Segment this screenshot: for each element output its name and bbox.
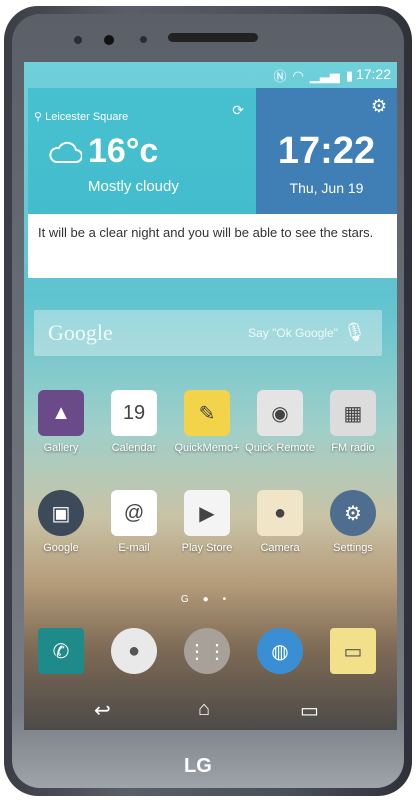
app-settings[interactable]: ⚙ Settings	[318, 490, 388, 555]
browser-icon[interactable]: ◍	[257, 628, 303, 674]
temperature: 16°c	[88, 132, 159, 170]
clock-widget[interactable]: ⚙ 17:22 Thu, Jun 19	[256, 88, 397, 214]
google-search-bar[interactable]: Google Say "Ok Google" 🎙	[34, 310, 382, 356]
app-google[interactable]: ▣ Google	[26, 490, 96, 555]
app-label: Play Store	[181, 542, 233, 554]
home-icon[interactable]: ⌂	[198, 698, 210, 721]
clock-date: Thu, Jun 19	[289, 180, 364, 196]
settings-icon: ⚙	[330, 490, 376, 536]
sensor-dot	[140, 36, 147, 43]
app-label: Gallery	[43, 442, 79, 454]
signal-icon: ▁▃▅	[309, 67, 340, 83]
dock: ✆ ● ⋮⋮ ◍ ▭	[24, 628, 397, 678]
refresh-icon[interactable]: ⟳	[232, 102, 244, 119]
app-quick-remote[interactable]: ◉ Quick Remote	[245, 390, 315, 455]
email-icon: @	[111, 490, 157, 536]
gear-icon[interactable]: ⚙	[371, 96, 387, 117]
status-bar: Ⓝ ◠ ▁▃▅ ▮ 17:22	[24, 62, 397, 86]
home-screen: Ⓝ ◠ ▁▃▅ ▮ 17:22 ⚲ Leicester Square ⟳ 16°…	[24, 62, 397, 730]
radio-icon: ▦	[330, 390, 376, 436]
app-label: Calendar	[111, 442, 157, 454]
front-camera	[104, 35, 114, 45]
apps-icon[interactable]: ⋮⋮	[184, 628, 230, 674]
app-e-mail[interactable]: @ E-mail	[99, 490, 169, 555]
remote-icon: ◉	[257, 390, 303, 436]
recents-icon[interactable]: ▭	[300, 698, 319, 723]
navigation-bar: ↩ ⌂ ▭	[24, 698, 397, 726]
calendar-icon: 19	[111, 390, 157, 436]
page-indicator: G●•	[180, 594, 241, 605]
app-label: Settings	[333, 542, 373, 554]
weather-widget[interactable]: ⚲ Leicester Square ⟳ 16°c Mostly cloudy	[28, 88, 256, 214]
app-label: FM radio	[331, 442, 375, 454]
messages-icon[interactable]: ▭	[330, 628, 376, 674]
app-play-store[interactable]: ▶ Play Store	[172, 490, 242, 555]
app-label: E-mail	[118, 542, 150, 554]
quickmemo-icon: ✎	[184, 390, 230, 436]
app-quickmemo-[interactable]: ✎ QuickMemo+	[172, 390, 242, 455]
status-clock: 17:22	[355, 66, 391, 82]
app-fm-radio[interactable]: ▦ FM radio	[318, 390, 388, 455]
play-store-icon: ▶	[184, 490, 230, 536]
back-icon[interactable]: ↩	[94, 698, 111, 723]
contacts-icon[interactable]: ●	[111, 628, 157, 674]
earpiece-speaker	[168, 33, 258, 42]
phone-icon[interactable]: ✆	[38, 628, 84, 674]
weather-message: It will be a clear night and you will be…	[28, 214, 397, 278]
location-name: Leicester Square	[45, 111, 129, 123]
app-label: Camera	[260, 542, 300, 554]
app-label: QuickMemo+	[174, 442, 240, 454]
nfc-icon: Ⓝ	[273, 69, 287, 84]
app-label: Quick Remote	[245, 442, 315, 454]
mic-icon[interactable]: 🎙	[343, 322, 366, 343]
app-label: Google	[43, 542, 79, 554]
google-logo: Google	[48, 320, 113, 345]
weather-condition: Mostly cloudy	[88, 178, 179, 195]
camera-icon: ●	[257, 490, 303, 536]
google-folder-icon: ▣	[38, 490, 84, 536]
battery-icon: ▮	[345, 67, 353, 83]
clock-time: 17:22	[277, 130, 376, 172]
location-label: ⚲ Leicester Square	[34, 111, 129, 123]
gallery-icon: ▲	[38, 390, 84, 436]
lg-logo: LG	[184, 755, 212, 777]
wifi-icon: ◠	[292, 67, 304, 83]
cloud-icon	[49, 141, 82, 163]
app-gallery[interactable]: ▲ Gallery	[26, 390, 96, 455]
app-calendar[interactable]: 19 Calendar	[99, 390, 169, 455]
search-hint: Say "Ok Google"	[248, 326, 338, 340]
front-sensor	[74, 36, 82, 44]
app-camera[interactable]: ● Camera	[245, 490, 315, 555]
